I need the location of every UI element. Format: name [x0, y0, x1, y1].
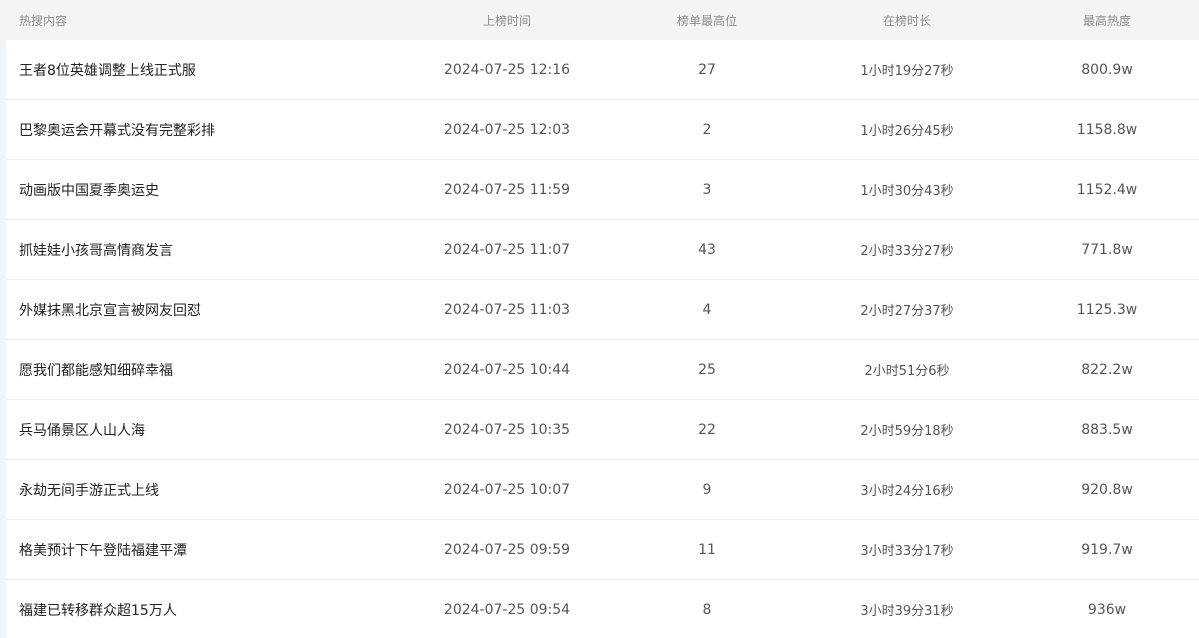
row-title[interactable]: 福建已转移群众超15万人	[19, 580, 399, 638]
row-title[interactable]: 巴黎奥运会开幕式没有完整彩排	[19, 100, 399, 159]
row-title[interactable]: 愿我们都能感知细碎幸福	[19, 340, 399, 399]
row-heat: 771.8w	[1081, 241, 1133, 258]
row-title[interactable]: 王者8位英雄调整上线正式服	[19, 40, 399, 99]
table-row[interactable]: 愿我们都能感知细碎幸福 2024-07-25 10:44 25 2小时51分6秒…	[6, 340, 1199, 400]
hot-search-table: 热搜内容 上榜时间 榜单最高位 在榜时长 最高热度 王者8位英雄调整上线正式服 …	[0, 0, 1199, 638]
row-title[interactable]: 永劫无间手游正式上线	[19, 460, 399, 519]
row-title[interactable]: 动画版中国夏季奥运史	[19, 160, 399, 219]
table-row[interactable]: 抓娃娃小孩哥高情商发言 2024-07-25 11:07 43 2小时33分27…	[6, 220, 1199, 280]
row-title[interactable]: 外媒抹黑北京宣言被网友回怼	[19, 280, 399, 339]
row-heat: 1152.4w	[1076, 181, 1138, 198]
header-title: 热搜内容	[19, 13, 68, 28]
table-row[interactable]: 巴黎奥运会开幕式没有完整彩排 2024-07-25 12:03 2 1小时26分…	[6, 100, 1199, 160]
row-heat: 883.5w	[1081, 421, 1133, 438]
table-row[interactable]: 外媒抹黑北京宣言被网友回怼 2024-07-25 11:03 4 2小时27分3…	[6, 280, 1199, 340]
table-row[interactable]: 兵马俑景区人山人海 2024-07-25 10:35 22 2小时59分18秒 …	[6, 400, 1199, 460]
row-heat: 1125.3w	[1076, 301, 1138, 318]
row-title[interactable]: 格美预计下午登陆福建平潭	[19, 520, 399, 579]
table-row[interactable]: 王者8位英雄调整上线正式服 2024-07-25 12:16 27 1小时19分…	[6, 40, 1199, 100]
row-heat: 822.2w	[1081, 361, 1133, 378]
row-heat: 919.7w	[1081, 541, 1133, 558]
row-heat: 920.8w	[1081, 481, 1133, 498]
table-body: 王者8位英雄调整上线正式服 2024-07-25 12:16 27 1小时19分…	[6, 40, 1199, 638]
header-heat: 最高热度	[1082, 13, 1131, 28]
table-row[interactable]: 永劫无间手游正式上线 2024-07-25 10:07 9 3小时24分16秒 …	[6, 460, 1199, 520]
table-header: 热搜内容 上榜时间 榜单最高位 在榜时长 最高热度	[0, 0, 1199, 40]
row-heat: 800.9w	[1081, 61, 1133, 78]
row-title[interactable]: 兵马俑景区人山人海	[19, 400, 399, 459]
row-heat: 1158.8w	[1076, 121, 1138, 138]
row-heat: 936w	[1087, 601, 1127, 618]
table-row[interactable]: 福建已转移群众超15万人 2024-07-25 09:54 8 3小时39分31…	[6, 580, 1199, 638]
row-title[interactable]: 抓娃娃小孩哥高情商发言	[19, 220, 399, 279]
table-row[interactable]: 动画版中国夏季奥运史 2024-07-25 11:59 3 1小时30分43秒 …	[6, 160, 1199, 220]
table-row[interactable]: 格美预计下午登陆福建平潭 2024-07-25 09:59 11 3小时33分1…	[6, 520, 1199, 580]
